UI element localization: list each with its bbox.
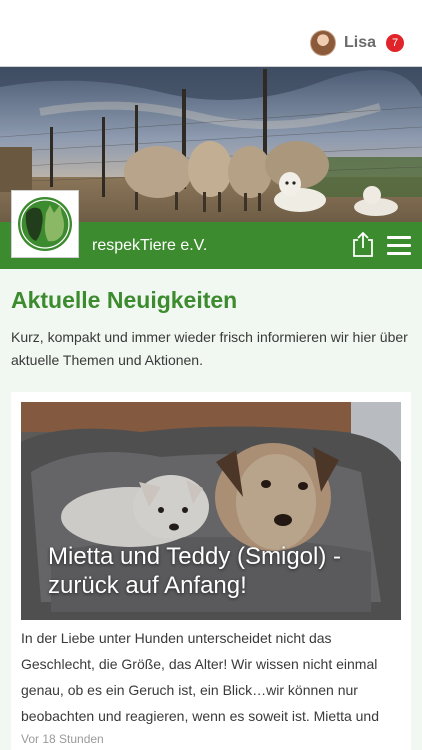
org-name[interactable]: respekTiere e.V. bbox=[92, 237, 207, 255]
org-logo[interactable] bbox=[11, 190, 79, 258]
article-excerpt: In der Liebe unter Hunden unterscheidet … bbox=[21, 630, 380, 724]
news-card[interactable]: Mietta und Teddy (Smigol) - zurück auf A… bbox=[11, 392, 411, 750]
user-profile[interactable]: Lisa 7 bbox=[309, 30, 404, 56]
article-timestamp: Vor 18 Stunden bbox=[21, 732, 104, 746]
article-image[interactable]: Mietta und Teddy (Smigol) - zurück auf A… bbox=[21, 402, 401, 620]
notification-badge[interactable]: 7 bbox=[386, 34, 404, 52]
news-section: Aktuelle Neuigkeiten Kurz, kompakt und i… bbox=[0, 269, 422, 750]
section-description: Kurz, kompakt und immer wieder frisch in… bbox=[11, 329, 408, 368]
user-name[interactable]: Lisa bbox=[344, 34, 376, 52]
hamburger-menu-icon[interactable] bbox=[387, 236, 411, 256]
top-bar: Lisa 7 bbox=[0, 0, 422, 66]
section-title: Aktuelle Neuigkeiten bbox=[11, 287, 238, 313]
share-icon[interactable] bbox=[352, 231, 374, 257]
avatar[interactable] bbox=[309, 30, 336, 56]
article-title[interactable]: Mietta und Teddy (Smigol) - zurück auf A… bbox=[48, 542, 368, 600]
